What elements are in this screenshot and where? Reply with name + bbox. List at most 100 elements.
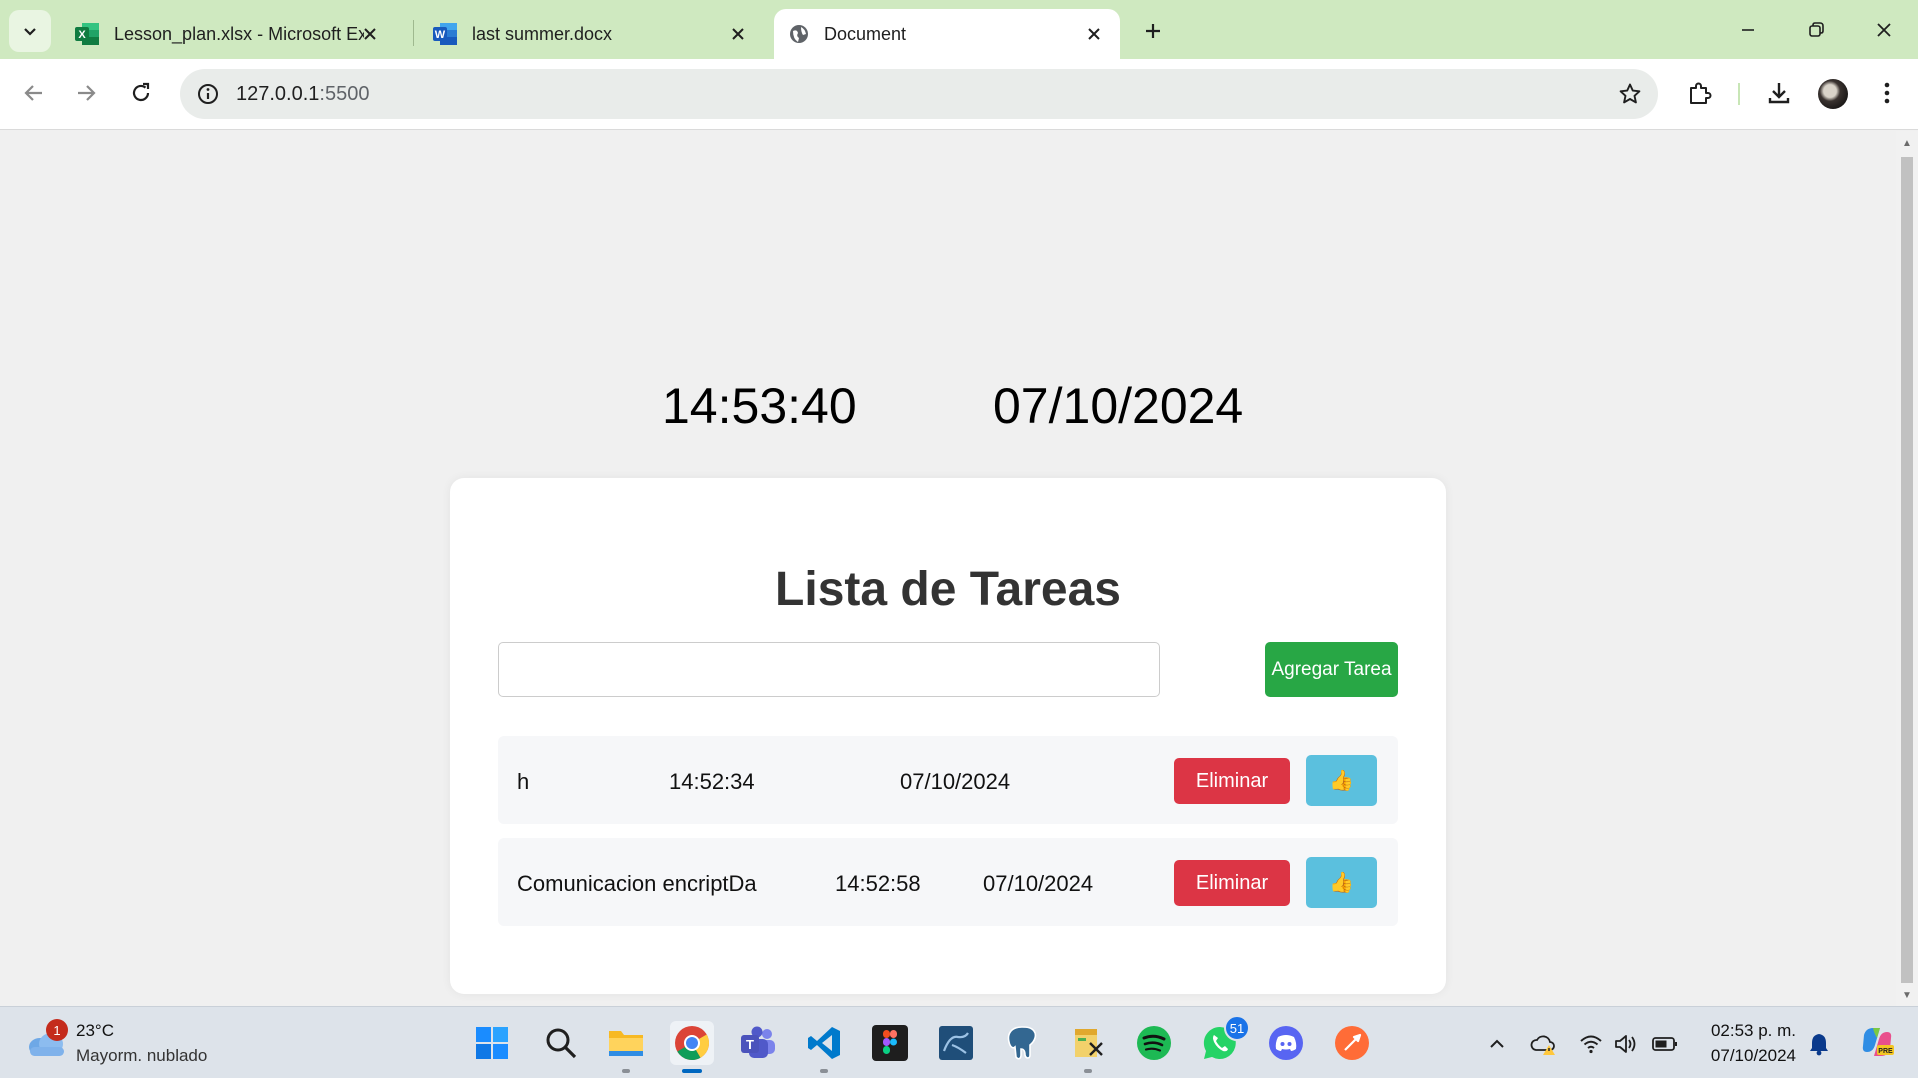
site-info-button[interactable] — [192, 78, 224, 110]
word-icon: W — [433, 23, 457, 45]
delete-task-button[interactable]: Eliminar — [1174, 758, 1290, 804]
restore-button[interactable] — [1796, 12, 1836, 48]
download-icon — [1768, 83, 1790, 104]
whatsapp-notification-badge: 51 — [1224, 1015, 1250, 1041]
weather-alert-badge: 1 — [46, 1019, 68, 1041]
chevron-down-icon — [24, 28, 36, 36]
downloads-button[interactable] — [1760, 74, 1798, 112]
volume-control[interactable] — [1614, 1031, 1640, 1057]
address-bar[interactable]: 127.0.0.1:5500 — [180, 69, 1658, 119]
pgadmin-app[interactable] — [1000, 1021, 1044, 1065]
scroll-down-icon[interactable]: ▼ — [1901, 989, 1913, 1001]
bell-icon — [1810, 1034, 1828, 1056]
task-name: h — [517, 769, 530, 794]
delete-task-button[interactable]: Eliminar — [1174, 860, 1290, 906]
plus-icon — [1146, 24, 1160, 38]
reload-button[interactable] — [121, 73, 161, 113]
svg-text:PRE: PRE — [1878, 1048, 1893, 1055]
system-clock-time[interactable]: 02:53 p. m. — [1700, 1021, 1796, 1041]
back-button[interactable] — [14, 73, 54, 113]
task-date: 07/10/2024 — [900, 769, 1011, 794]
vertical-scrollbar[interactable]: ▲ ▼ — [1896, 131, 1918, 1006]
thumbs-up-icon: 👍 — [1329, 770, 1354, 792]
forward-button[interactable] — [66, 73, 106, 113]
more-vertical-icon — [1884, 82, 1890, 104]
task-date: 07/10/2024 — [983, 871, 1094, 896]
windows-logo-icon — [476, 1027, 508, 1059]
current-time: 14:53:40 — [662, 378, 857, 434]
close-icon[interactable] — [1082, 22, 1106, 46]
tab-document[interactable]: Document — [774, 9, 1120, 59]
close-icon[interactable] — [358, 22, 382, 46]
taskbar-search-button[interactable] — [539, 1021, 583, 1065]
add-task-button[interactable]: Agregar Tarea — [1265, 642, 1398, 697]
teams-icon: T — [741, 1026, 775, 1058]
whatsapp-app[interactable]: 51 — [1198, 1015, 1250, 1065]
page-viewport: 14:53:40 07/10/2024 Lista de Tareas Agre… — [0, 131, 1896, 1006]
menu-button[interactable] — [1868, 74, 1906, 112]
task-time: 14:52:34 — [669, 769, 755, 794]
task-input[interactable] — [498, 642, 1160, 697]
figma-app[interactable] — [868, 1021, 912, 1065]
like-task-button[interactable]: 👍 — [1306, 857, 1377, 908]
cloud-warning-icon — [1530, 1035, 1555, 1055]
like-task-button[interactable]: 👍 — [1306, 755, 1377, 806]
url-host: 127.0.0.1 — [236, 83, 320, 105]
url-port: :5500 — [319, 83, 370, 105]
wifi-status[interactable] — [1578, 1031, 1604, 1057]
search-icon — [546, 1028, 577, 1059]
copilot-icon: PRE — [1862, 1028, 1894, 1056]
vscode-icon — [808, 1027, 840, 1059]
new-tab-button[interactable] — [1136, 14, 1170, 48]
discord-icon — [1269, 1026, 1303, 1060]
archive-tool-app[interactable] — [1066, 1021, 1110, 1073]
chrome-app[interactable] — [670, 1021, 714, 1073]
weather-description[interactable]: Mayorm. nublado — [76, 1046, 207, 1066]
tab-title: Lesson_plan.xlsx - Microsoft Exc — [114, 23, 364, 44]
tab-excel[interactable]: X Lesson_plan.xlsx - Microsoft Exc — [56, 9, 396, 59]
battery-status[interactable] — [1652, 1031, 1678, 1057]
task-row: Comunicacion encriptDa 14:52:58 07/10/20… — [498, 838, 1398, 926]
tab-search-button[interactable] — [9, 10, 51, 52]
notifications-button[interactable] — [1806, 1031, 1832, 1057]
spotify-app[interactable] — [1132, 1021, 1176, 1065]
mysql-workbench-app[interactable] — [934, 1021, 978, 1065]
vscode-app[interactable] — [802, 1021, 846, 1073]
tab-word[interactable]: W last summer.docx — [414, 9, 764, 59]
battery-icon — [1652, 1037, 1677, 1051]
wifi-icon — [1580, 1035, 1602, 1054]
current-date: 07/10/2024 — [993, 378, 1244, 434]
start-button[interactable] — [470, 1021, 514, 1065]
postman-app[interactable] — [1330, 1021, 1374, 1065]
teams-app[interactable]: T — [736, 1021, 780, 1065]
system-clock-date[interactable]: 07/10/2024 — [1700, 1046, 1796, 1066]
page-title: Lista de Tareas — [775, 563, 1121, 616]
discord-app[interactable] — [1264, 1021, 1308, 1065]
onedrive-status[interactable] — [1530, 1031, 1556, 1057]
running-indicator — [682, 1069, 702, 1073]
file-explorer-app[interactable] — [604, 1021, 648, 1073]
weather-temperature[interactable]: 23°C — [76, 1021, 114, 1041]
extensions-button[interactable] — [1681, 74, 1719, 112]
close-window-button[interactable] — [1864, 12, 1904, 48]
task-time: 14:52:58 — [835, 871, 921, 896]
minimize-button[interactable] — [1728, 12, 1768, 48]
postman-icon — [1335, 1026, 1369, 1060]
running-indicator — [1084, 1069, 1092, 1073]
svg-text:X: X — [78, 29, 86, 41]
info-icon — [198, 84, 218, 104]
url-text: 127.0.0.1:5500 — [236, 83, 369, 106]
postgresql-elephant-icon — [1007, 1026, 1037, 1060]
copilot-button[interactable]: PRE — [1860, 1025, 1894, 1059]
scrollbar-thumb[interactable] — [1901, 157, 1913, 983]
chevron-up-icon — [1490, 1039, 1504, 1048]
arrow-right-icon — [78, 85, 96, 101]
profile-avatar[interactable] — [1818, 79, 1848, 109]
thumbs-up-icon: 👍 — [1329, 872, 1354, 894]
close-icon[interactable] — [726, 22, 750, 46]
bookmark-button[interactable] — [1616, 80, 1644, 108]
minimize-icon — [1742, 29, 1754, 31]
show-hidden-icons-button[interactable] — [1484, 1031, 1510, 1057]
restore-icon — [1809, 22, 1824, 37]
scroll-up-icon[interactable]: ▲ — [1901, 137, 1913, 149]
